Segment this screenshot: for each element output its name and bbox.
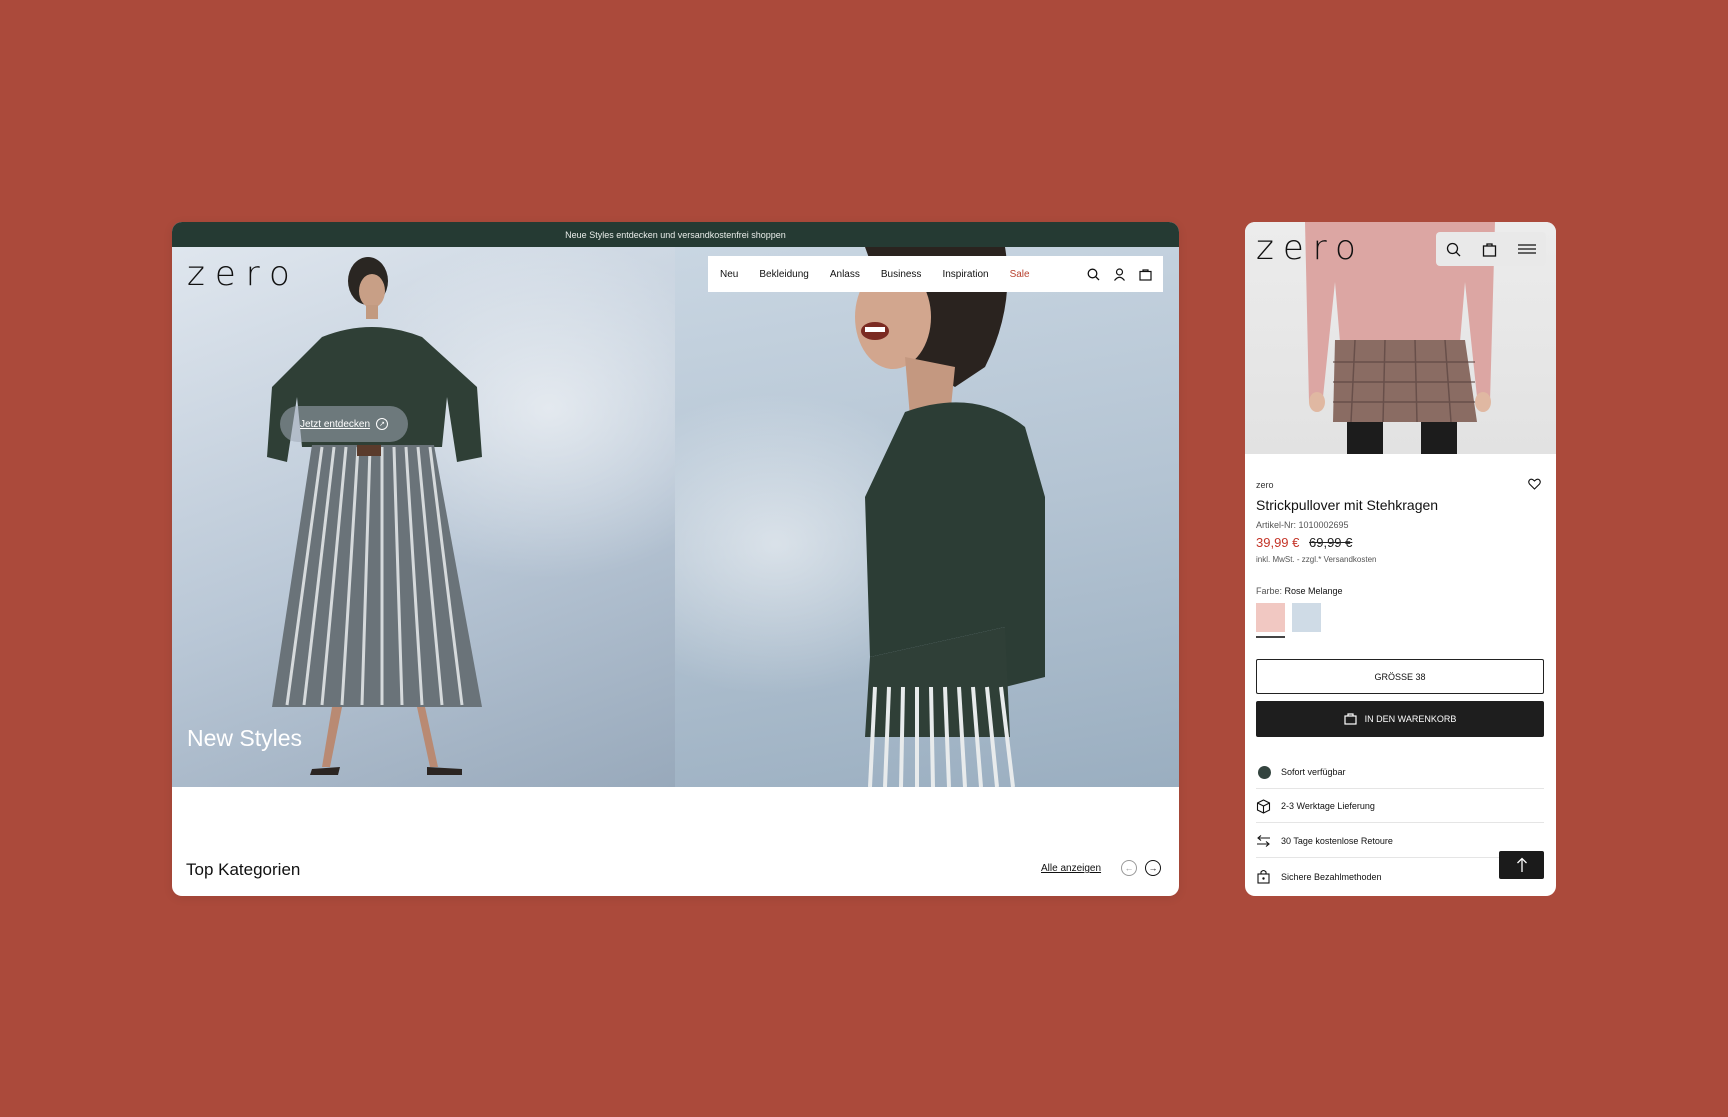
arrow-up-icon	[1516, 857, 1527, 872]
swatch-rose-melange[interactable]	[1256, 603, 1285, 632]
nav-item-inspiration[interactable]: Inspiration	[942, 269, 988, 280]
arrow-right-icon[interactable]: →	[1145, 860, 1161, 876]
feature-label: Sichere Bezahlmethoden	[1281, 871, 1382, 882]
tax-note[interactable]: inkl. MwSt. - zzgl.* Versandkosten	[1256, 555, 1377, 564]
nav-item-sale[interactable]: Sale	[1010, 269, 1030, 280]
feature-delivery: 2-3 Werktage Lieferung	[1256, 790, 1544, 823]
color-value: Rose Melange	[1284, 586, 1343, 596]
product-brand: zero	[1256, 480, 1274, 490]
hero: zero Jetzt entdecken ↗ New Styles Neu Be…	[172, 247, 1179, 787]
product-title: Strickpullover mit Stehkragen	[1256, 497, 1439, 513]
feature-label: 30 Tage kostenlose Retoure	[1281, 836, 1393, 846]
swatch-selected-indicator	[1256, 636, 1285, 638]
promo-bar: Neue Styles entdecken und versandkostenf…	[172, 222, 1179, 247]
package-icon	[1256, 798, 1271, 814]
carousel-controls: ← →	[1121, 860, 1161, 876]
product-sku: Artikel-Nr: 1010002695	[1256, 520, 1349, 530]
nav-item-bekleidung[interactable]: Bekleidung	[759, 269, 808, 280]
arrow-circle-icon: ↗	[376, 418, 389, 430]
return-arrow-icon	[1257, 835, 1270, 847]
arrow-left-icon[interactable]: ←	[1121, 860, 1137, 876]
zero-logo[interactable]: zero	[187, 254, 300, 294]
nav-item-business[interactable]: Business	[881, 269, 922, 280]
add-to-cart-label: IN DEN WARENKORB	[1364, 714, 1457, 724]
hero-image-right[interactable]	[675, 247, 1179, 787]
desktop-frame: Neue Styles entdecken und versandkostenf…	[172, 222, 1179, 896]
user-icon[interactable]	[1113, 267, 1126, 281]
heart-icon[interactable]	[1528, 477, 1541, 495]
view-all-link[interactable]: Alle anzeigen	[1041, 863, 1101, 874]
discover-label: Jetzt entdecken	[299, 418, 371, 430]
model-laughing-image	[855, 247, 1045, 787]
scroll-to-top-button[interactable]	[1499, 851, 1544, 879]
feature-label: Sofort verfügbar	[1281, 767, 1346, 777]
hero-headline: New Styles	[187, 725, 303, 751]
nav-icons	[1087, 256, 1152, 292]
bag-icon[interactable]	[1139, 268, 1152, 281]
mobile-frame: zero zero Strickpullover mit Stehkragen …	[1245, 222, 1556, 896]
feature-label: 2-3 Werktage Lieferung	[1281, 801, 1375, 811]
menu-icon[interactable]	[1517, 243, 1536, 255]
nav-item-neu[interactable]: Neu	[720, 269, 738, 280]
availability-dot-icon	[1258, 765, 1271, 779]
swatch-light-blue[interactable]	[1292, 603, 1321, 632]
color-label: Farbe: Rose Melange	[1256, 586, 1343, 596]
zero-logo-mobile[interactable]: zero	[1256, 228, 1365, 268]
section-title: Top Kategorien	[186, 860, 301, 879]
product-price: 39,99 € 69,99 €	[1256, 535, 1352, 550]
bag-icon	[1344, 713, 1357, 725]
search-icon[interactable]	[1087, 268, 1100, 281]
main-navigation: Neu Bekleidung Anlass Business Inspirati…	[708, 256, 1163, 292]
hero-image-left[interactable]: zero Jetzt entdecken ↗ New Styles	[172, 247, 675, 787]
model-standing-image	[267, 257, 482, 775]
bag-icon[interactable]	[1482, 242, 1497, 257]
size-select-button[interactable]: GRÖSSE 38	[1256, 659, 1544, 694]
discover-button[interactable]: Jetzt entdecken ↗	[280, 406, 408, 442]
mobile-header-actions	[1436, 232, 1546, 266]
color-label-text: Farbe:	[1256, 586, 1283, 596]
search-icon[interactable]	[1446, 242, 1461, 257]
feature-availability: Sofort verfügbar	[1256, 756, 1544, 789]
price-original: 69,99 €	[1309, 535, 1353, 550]
nav-item-anlass[interactable]: Anlass	[830, 269, 860, 280]
add-to-cart-button[interactable]: IN DEN WARENKORB	[1256, 701, 1544, 737]
lock-bag-icon	[1257, 869, 1270, 884]
price-sale: 39,99 €	[1256, 535, 1300, 550]
